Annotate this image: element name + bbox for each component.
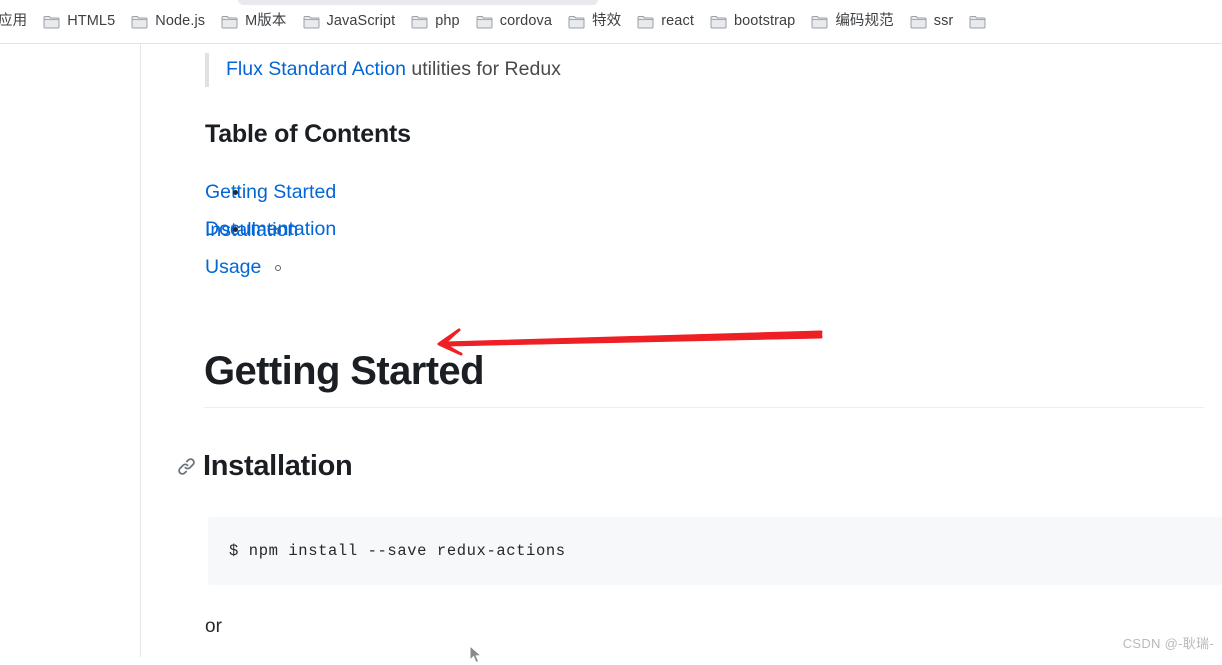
bookmark-item-ssr[interactable]: ssr [903,9,961,35]
toc-item-usage[interactable]: Usage [205,249,336,286]
blockquote-rest: utilities for Redux [406,58,561,80]
bookmark-label: M版本 [245,14,286,29]
bookmark-label: php [435,14,460,29]
bookmark-label: 应用 [0,14,27,29]
bookmark-item-cordova[interactable]: cordova [469,9,559,35]
folder-icon [43,15,60,29]
bookmark-item-overflow[interactable] [962,9,1000,35]
paragraph-or: or [205,616,222,638]
folder-icon [303,15,320,29]
bookmark-label: ssr [934,14,954,29]
mouse-cursor-icon [469,645,483,665]
code-block-text: $ npm install --save redux-actions [208,542,566,560]
heading-installation-text: Installation [203,450,352,483]
toc-heading: Table of Contents [205,120,411,149]
folder-icon [568,15,585,29]
folder-icon [710,15,727,29]
folder-icon [969,15,986,29]
flux-standard-action-link[interactable]: Flux Standard Action [226,58,406,80]
blockquote: Flux Standard Action utilities for Redux [205,53,561,87]
bookmark-item-php[interactable]: php [404,9,467,35]
page-viewport: Flux Standard Action utilities for Redux… [0,44,1222,657]
bookmark-item-bootstrap[interactable]: bootstrap [703,9,802,35]
folder-icon [910,15,927,29]
readme-content: Flux Standard Action utilities for Redux… [141,44,1222,657]
bookmark-item-react[interactable]: react [630,9,701,35]
folder-icon [811,15,828,29]
anchor-link-icon[interactable] [177,457,196,476]
bullet-hollow-icon [275,265,281,271]
bookmark-item-javascript[interactable]: JavaScript [296,9,403,35]
folder-icon [637,15,654,29]
bookmark-label: JavaScript [327,14,396,29]
bookmark-label: bootstrap [734,14,795,29]
toc-link-documentation[interactable]: Documentation [205,218,336,240]
bookmark-label: 特效 [592,14,621,29]
csdn-watermark: CSDN @-耿瑞- [1123,633,1214,652]
toc-item-documentation[interactable]: Documentation [205,211,336,248]
bookmark-item-mbanben[interactable]: M版本 [214,9,293,35]
bullet-icon [233,227,238,232]
bookmark-item-yingyong[interactable]: 应用 [0,9,34,35]
bookmarks-bar: 应用 HTML5 Node.js M版本 JavaScript php [0,0,1222,44]
toc-item-getting-started[interactable]: Getting Started Installation Usage [205,174,336,211]
bookmark-item-bianmaguifan[interactable]: 编码规范 [804,9,900,35]
toc-list: Getting Started Installation Usage Docum… [205,174,336,248]
folder-icon [221,15,238,29]
bookmark-label: 编码规范 [835,14,893,29]
bookmark-label: HTML5 [67,14,115,29]
tab-stub [238,0,598,5]
bookmark-item-texiao[interactable]: 特效 [561,9,628,35]
code-block-install[interactable]: $ npm install --save redux-actions [208,517,1222,585]
toc-link-usage[interactable]: Usage [205,256,261,278]
bookmark-item-html5[interactable]: HTML5 [36,9,122,35]
blockquote-text: Flux Standard Action utilities for Redux [226,57,561,82]
bookmark-label: cordova [500,14,552,29]
heading-getting-started: Getting Started [204,349,1204,408]
page-left-rail [0,44,141,657]
bookmark-label: react [661,14,694,29]
bullet-icon [233,190,238,195]
bookmark-item-nodejs[interactable]: Node.js [124,9,212,35]
folder-icon [476,15,493,29]
folder-icon [131,15,148,29]
bookmark-label: Node.js [155,14,205,29]
heading-installation: Installation [177,450,352,483]
toc-link-getting-started[interactable]: Getting Started [205,181,336,203]
folder-icon [411,15,428,29]
